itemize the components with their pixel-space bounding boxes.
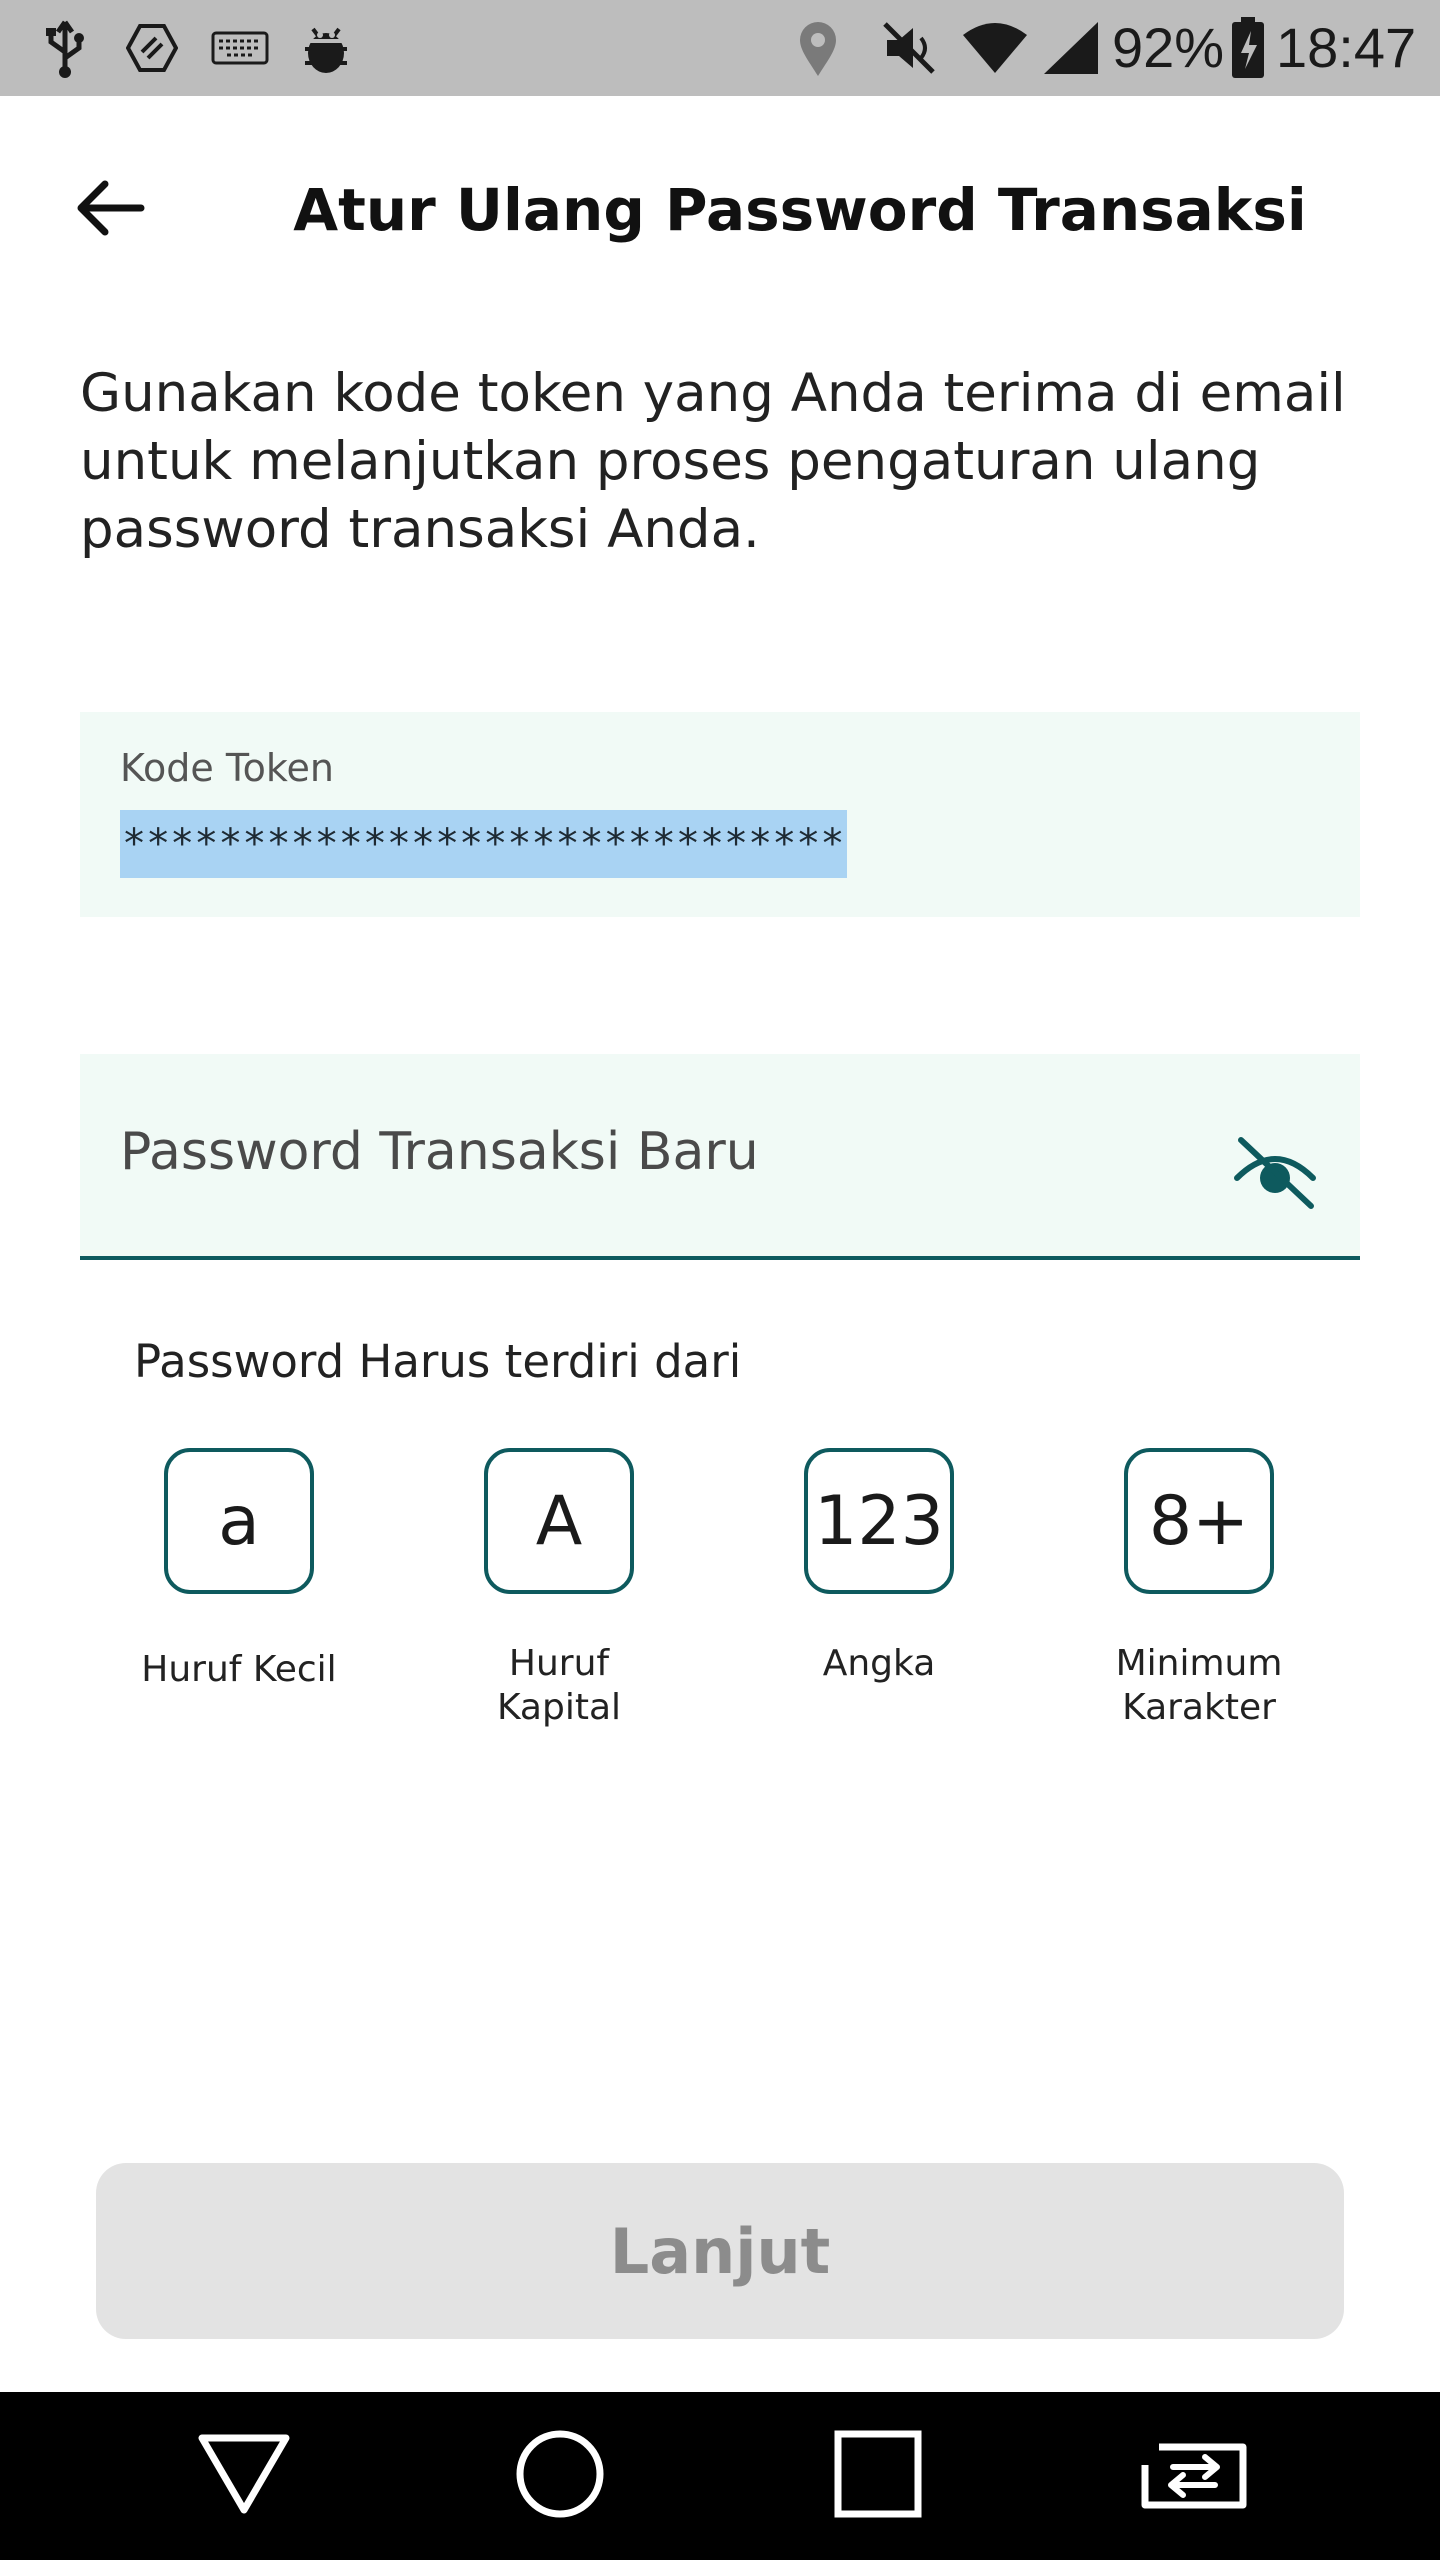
token-field-label: Kode Token: [120, 746, 334, 790]
transfer-icon: [124, 16, 180, 80]
wifi-icon: [960, 16, 1030, 80]
arrow-left-icon: [75, 178, 145, 242]
back-triangle-icon: [196, 2432, 292, 2520]
nav-recents-button[interactable]: [818, 2416, 938, 2536]
rule-number-label: Angka: [822, 1643, 936, 1684]
battery-percentage: 92%: [1112, 16, 1225, 79]
recents-square-icon: [833, 2429, 923, 2523]
token-input[interactable]: [120, 810, 847, 878]
rule-min-length: 8+ Minimum Karakter: [1074, 1448, 1324, 1730]
rule-lowercase-label: Huruf Kecil: [141, 1649, 337, 1690]
next-button[interactable]: Lanjut: [96, 2163, 1344, 2339]
rule-uppercase-label: Huruf Kapital: [496, 1643, 622, 1728]
rule-uppercase: A Huruf Kapital: [434, 1448, 684, 1730]
rule-number: 123 Angka: [754, 1448, 1004, 1686]
page-title: Atur Ulang Password Transaksi: [293, 176, 1307, 244]
token-field[interactable]: Kode Token: [80, 712, 1360, 917]
new-password-placeholder: Password Transaksi Baru: [120, 1122, 759, 1182]
new-password-field[interactable]: Password Transaksi Baru: [80, 1054, 1360, 1260]
eye-off-icon: [1233, 1134, 1317, 1214]
navigation-bar: [0, 2392, 1440, 2560]
clock: 18:47: [1276, 16, 1417, 79]
location-icon: [794, 16, 842, 80]
rule-min-length-label: Minimum Karakter: [1115, 1643, 1283, 1728]
rule-uppercase-symbol: A: [484, 1448, 634, 1594]
switch-app-icon: [1139, 2439, 1249, 2513]
usb-icon: [40, 16, 90, 80]
password-rules-heading: Password Harus terdiri dari: [134, 1335, 742, 1388]
instruction-text: Gunakan kode token yang Anda terima di e…: [80, 363, 1346, 560]
battery-icon: [1230, 16, 1266, 80]
mute-icon: [880, 16, 938, 80]
rule-number-symbol: 123: [804, 1448, 954, 1594]
rule-lowercase-symbol: a: [164, 1448, 314, 1594]
android-debug-icon: [298, 16, 354, 80]
nav-back-button[interactable]: [184, 2416, 304, 2536]
home-circle-icon: [515, 2429, 605, 2523]
nav-switch-app-button[interactable]: [1134, 2416, 1254, 2536]
back-button[interactable]: [60, 160, 160, 260]
signal-icon: [1040, 16, 1102, 80]
nav-home-button[interactable]: [500, 2416, 620, 2536]
rule-lowercase: a Huruf Kecil: [114, 1448, 364, 1692]
status-bar: 92% 18:47: [0, 0, 1440, 96]
keyboard-icon: [210, 16, 270, 80]
password-visibility-toggle[interactable]: [1230, 1134, 1320, 1214]
rule-min-length-symbol: 8+: [1124, 1448, 1274, 1594]
